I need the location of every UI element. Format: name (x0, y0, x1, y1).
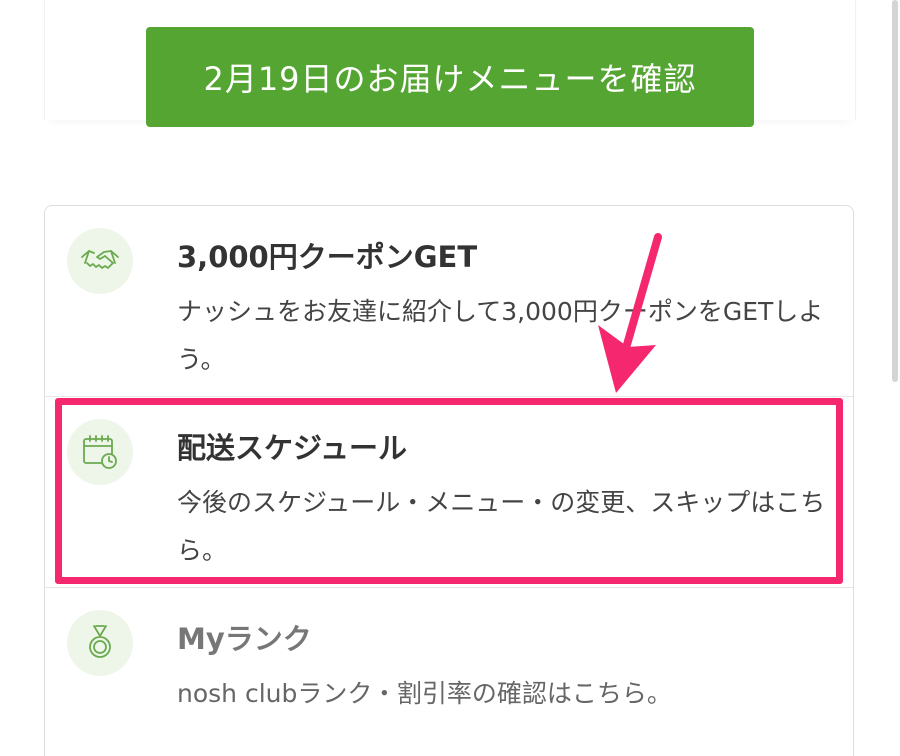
page: 2月19日のお届けメニューを確認 3,000円クーポンGET ナッシュをお友達に… (0, 0, 900, 756)
check-delivery-menu-button[interactable]: 2月19日のお届けメニューを確認 (146, 27, 754, 127)
menu-list: 3,000円クーポンGET ナッシュをお友達に紹介して3,000円クーポンをGE… (44, 205, 854, 756)
item-description: 今後のスケジュール・メニュー・の変更、スキップはこちら。 (177, 488, 826, 565)
item-description: ナッシュをお友達に紹介して3,000円クーポンをGETしよう。 (177, 297, 824, 374)
list-item-my-rank[interactable]: Myランク nosh clubランク・割引率の確認はこちら。 (45, 587, 853, 756)
handshake-icon (67, 228, 133, 294)
calendar-clock-icon (67, 419, 133, 485)
list-item-coupon[interactable]: 3,000円クーポンGET ナッシュをお友達に紹介して3,000円クーポンをGE… (45, 206, 853, 396)
scrollbar[interactable] (888, 0, 900, 756)
item-title: Myランク (177, 622, 312, 656)
item-description: nosh clubランク・割引率の確認はこちら。 (177, 679, 672, 708)
item-title: 配送スケジュール (177, 431, 407, 465)
item-title: 3,000円クーポンGET (177, 240, 478, 274)
scrollbar-thumb[interactable] (892, 0, 898, 382)
medal-icon (67, 610, 133, 676)
list-item-delivery-schedule[interactable]: 配送スケジュール 今後のスケジュール・メニュー・の変更、スキップはこちら。 (45, 396, 853, 587)
